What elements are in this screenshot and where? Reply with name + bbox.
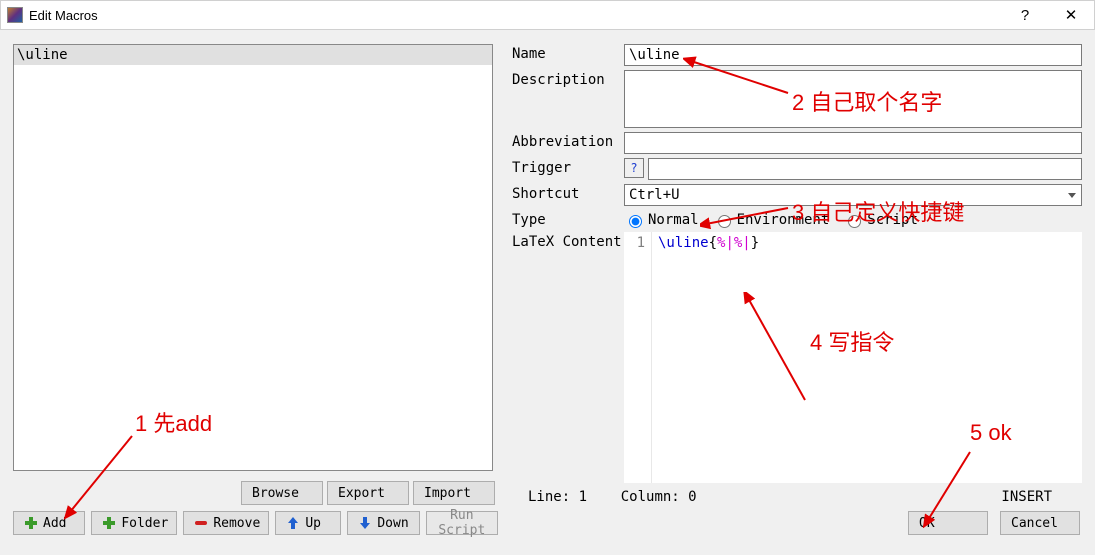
type-radio-script[interactable]: Script — [843, 212, 918, 228]
trigger-input[interactable] — [648, 158, 1082, 180]
cancel-button[interactable]: Cancel — [1000, 511, 1080, 535]
app-icon — [7, 7, 23, 23]
arrow-down-icon — [358, 516, 372, 530]
browse-button[interactable]: Browse — [241, 481, 323, 505]
type-radio-group: Normal Environment Script — [624, 210, 918, 228]
minus-icon — [194, 516, 208, 530]
title-bar: Edit Macros ? ✕ — [0, 0, 1095, 30]
trigger-label: Trigger — [512, 158, 624, 176]
plus-icon — [24, 516, 38, 530]
export-button[interactable]: Export — [327, 481, 409, 505]
trigger-help-icon[interactable]: ? — [624, 158, 644, 178]
abbrev-input[interactable] — [624, 132, 1082, 154]
down-button[interactable]: Down — [347, 511, 419, 535]
macro-list[interactable]: \uline — [13, 44, 493, 471]
name-input[interactable] — [624, 44, 1082, 66]
content-label: LaTeX Content — [512, 232, 624, 483]
type-radio-normal[interactable]: Normal — [624, 212, 699, 228]
status-line: Line: 1 Column: 0 INSERT — [512, 487, 1082, 511]
import-button[interactable]: Import — [413, 481, 495, 505]
folder-button[interactable]: Folder — [91, 511, 177, 535]
type-label: Type — [512, 210, 624, 228]
latex-content-editor[interactable]: 1 \uline{%|%|} — [624, 232, 1082, 483]
window-title: Edit Macros — [29, 8, 98, 23]
code-line[interactable]: \uline{%|%|} — [652, 232, 765, 483]
line-number: 1 — [624, 232, 652, 483]
shortcut-label: Shortcut — [512, 184, 624, 202]
plus-icon — [102, 516, 116, 530]
name-label: Name — [512, 44, 624, 62]
shortcut-select[interactable] — [624, 184, 1082, 206]
type-radio-environment[interactable]: Environment — [713, 212, 830, 228]
run-script-button: Run Script — [426, 511, 498, 535]
ok-button[interactable]: OK — [908, 511, 988, 535]
list-item[interactable]: \uline — [14, 45, 492, 65]
description-label: Description — [512, 70, 624, 88]
close-button[interactable]: ✕ — [1048, 0, 1094, 30]
help-button[interactable]: ? — [1002, 0, 1048, 30]
arrow-up-icon — [286, 516, 300, 530]
up-button[interactable]: Up — [275, 511, 341, 535]
description-input[interactable] — [624, 70, 1082, 128]
abbrev-label: Abbreviation — [512, 132, 624, 150]
mode-indicator: INSERT — [1001, 489, 1082, 505]
add-button[interactable]: Add — [13, 511, 85, 535]
remove-button[interactable]: Remove — [183, 511, 269, 535]
